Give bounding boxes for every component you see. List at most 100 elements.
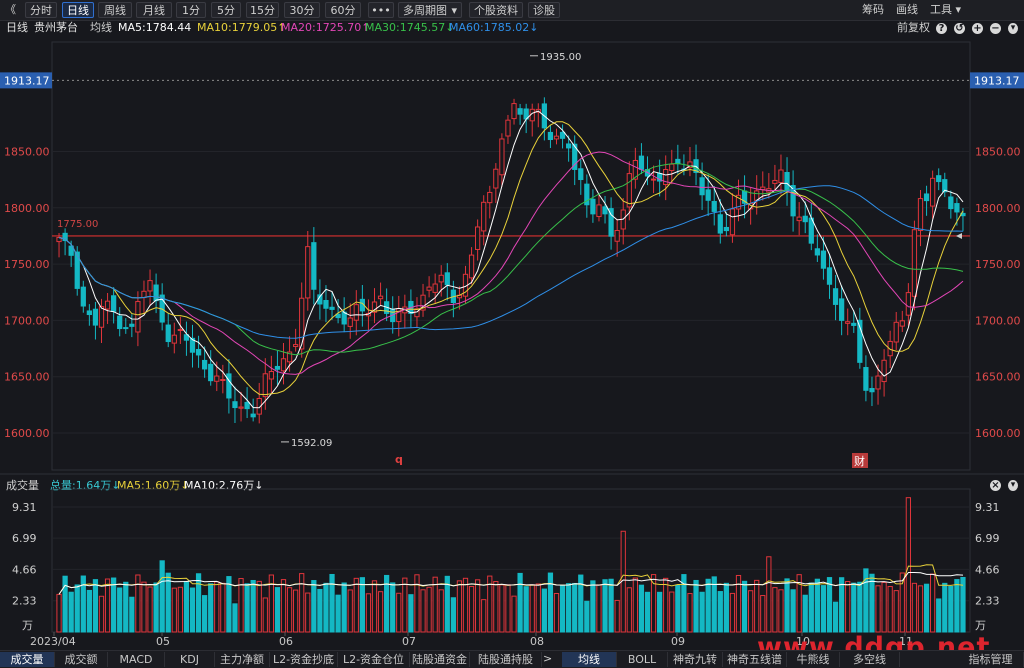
volume-bar: [905, 497, 911, 633]
indicator-tab[interactable]: 成交量: [0, 652, 55, 667]
candle-body: [936, 175, 942, 183]
volume-unit-left: 万: [22, 619, 33, 632]
candle-body: [590, 198, 596, 215]
volume-bar: [687, 593, 693, 633]
volume-bar: [778, 589, 784, 633]
volume-tick-left: 9.31: [12, 501, 37, 514]
chevron-right-icon[interactable]: >: [543, 652, 552, 665]
overlay-tab[interactable]: 均线: [562, 652, 617, 667]
volume-bar: [911, 582, 918, 633]
volume-bar: [232, 603, 238, 633]
x-axis-label: 09: [671, 635, 685, 648]
overlay-tab[interactable]: 神奇九转: [668, 652, 723, 667]
event-marker-cai: 财: [854, 454, 865, 468]
candle-body: [202, 359, 208, 370]
volume-bar: [183, 581, 190, 633]
candle-body: [171, 334, 177, 344]
overlay-tab[interactable]: 牛熊线: [787, 652, 840, 667]
volume-bar: [572, 582, 578, 633]
volume-bar: [311, 580, 317, 633]
volume-bar: [353, 577, 359, 633]
volume-bar: [347, 589, 353, 633]
volume-unit-right: 万: [975, 619, 986, 632]
price-tick-left: 1750.00: [4, 258, 50, 271]
overlay-tab[interactable]: 多空线: [840, 652, 900, 667]
volume-tick-right: 9.31: [975, 501, 1000, 514]
current-price-label-left: 1913.17: [4, 74, 50, 87]
volume-bar: [517, 572, 523, 633]
volume-bar: [129, 596, 135, 633]
indicator-tab[interactable]: MACD: [108, 652, 165, 667]
volume-bar: [923, 583, 930, 633]
candle-body: [123, 327, 129, 330]
candle-body: [602, 206, 608, 215]
price-tick-left: 1600.00: [4, 427, 50, 440]
volume-bar: [432, 576, 438, 633]
volume-bar: [566, 583, 572, 633]
overlay-tab[interactable]: BOLL: [617, 652, 668, 667]
volume-bar: [171, 587, 177, 633]
candle-body: [826, 267, 833, 285]
indicator-tab[interactable]: L2-资金抄底: [270, 652, 338, 667]
candle-body: [699, 177, 705, 196]
candle-body: [778, 169, 784, 184]
candle-body: [244, 401, 250, 410]
candle-body: [432, 283, 438, 293]
volume-bar: [238, 578, 244, 633]
candle-body: [111, 295, 117, 312]
candle-body: [851, 322, 857, 326]
volume-bar: [450, 597, 456, 633]
indicator-tab[interactable]: 陆股通持股: [470, 652, 542, 667]
kline-chart[interactable]: 1850.00 1850.00 1800.00 1800.00 1750.00 1750.…: [0, 0, 1024, 650]
volume-bar: [371, 580, 378, 633]
overlay-tab[interactable]: 神奇五线谱: [723, 652, 787, 667]
indicator-tab[interactable]: 陆股通资金: [410, 652, 470, 667]
volume-bar: [481, 599, 487, 633]
overlay-tab[interactable]: 指标管理: [958, 652, 1024, 667]
price-tick-left: 1850.00: [4, 146, 50, 159]
candle-body: [499, 138, 505, 176]
candle-body: [923, 193, 930, 202]
volume-bar: [584, 600, 590, 633]
volume-bar: [596, 584, 602, 633]
candle-body: [135, 301, 141, 333]
candle-body: [948, 196, 954, 210]
candle-body: [784, 172, 790, 192]
price-tick-right: 1600.00: [975, 427, 1021, 440]
volume-bar: [699, 591, 705, 633]
volume-bar: [954, 579, 960, 633]
indicator-tab[interactable]: L2-资金仓位: [338, 652, 410, 667]
volume-tick-right: 2.33: [975, 595, 1000, 608]
volume-bar: [960, 576, 966, 633]
volume-bar: [602, 579, 608, 633]
candle-body: [578, 168, 584, 181]
volume-bar: [438, 589, 444, 633]
candle-body: [426, 286, 432, 291]
volume-bar: [644, 591, 651, 633]
candle-body: [177, 329, 183, 332]
candle-body: [341, 311, 347, 325]
candle-body: [705, 189, 711, 201]
indicator-tab[interactable]: 成交额: [55, 652, 108, 667]
candle-body: [165, 324, 171, 343]
candle-body: [559, 131, 566, 139]
volume-bar: [808, 582, 814, 633]
volume-bar: [329, 573, 335, 633]
volume-bar: [608, 578, 614, 633]
volume-bar: [766, 556, 772, 633]
volume-bar: [377, 591, 384, 633]
indicator-tab[interactable]: 主力净额: [215, 652, 270, 667]
volume-bar: [760, 595, 766, 633]
volume-bar: [341, 582, 347, 633]
candle-body: [711, 200, 717, 212]
price-tick-right: 1800.00: [975, 202, 1021, 215]
volume-bar: [56, 593, 62, 633]
volume-tick-left: 6.99: [12, 532, 37, 545]
candle-body: [493, 168, 499, 189]
price-tick-left: 1800.00: [4, 202, 50, 215]
volume-bar: [845, 581, 851, 633]
indicator-tab[interactable]: KDJ: [165, 652, 215, 667]
volume-bar: [299, 573, 305, 633]
candle-body: [802, 215, 808, 223]
volume-bar: [723, 582, 729, 633]
